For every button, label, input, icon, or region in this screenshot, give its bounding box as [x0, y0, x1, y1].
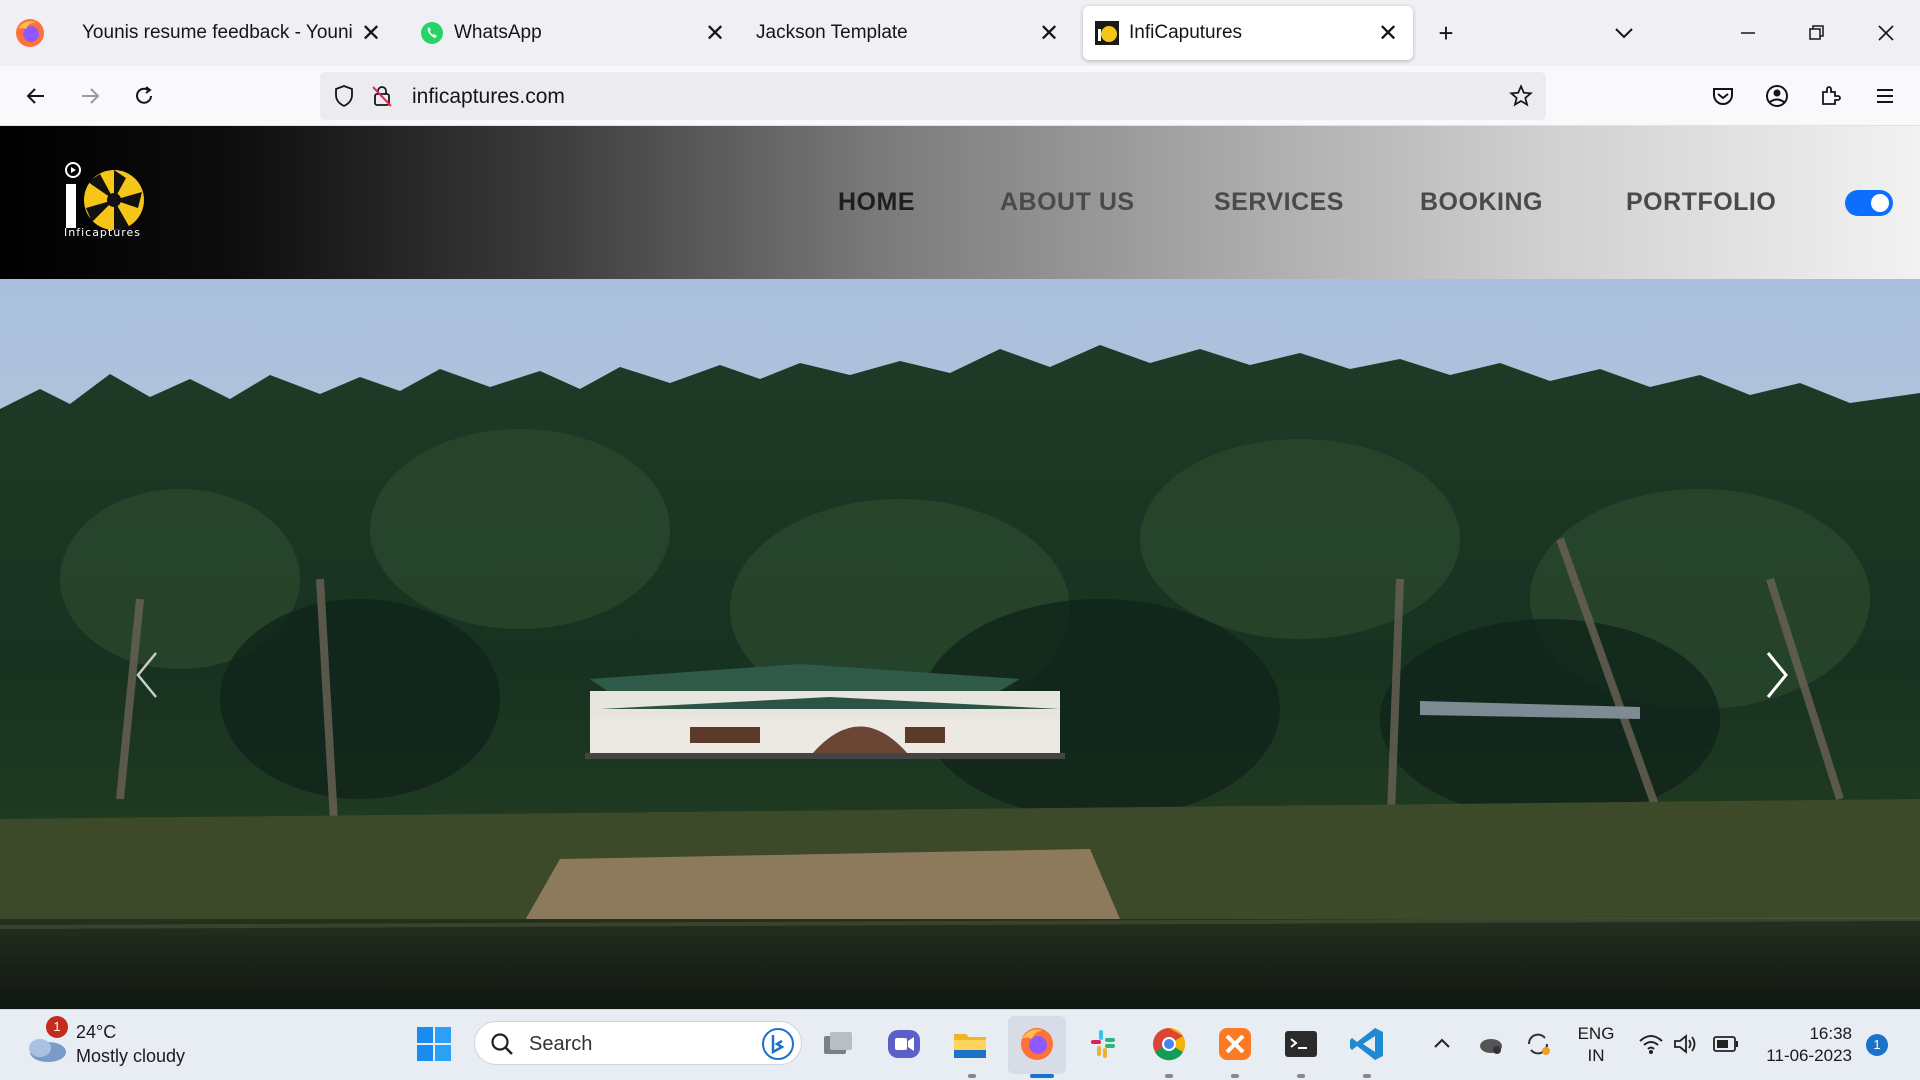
running-indicator — [1165, 1074, 1173, 1078]
shield-icon[interactable] — [332, 84, 356, 108]
battery-icon[interactable] — [1712, 1034, 1740, 1054]
bookmark-star-icon[interactable] — [1508, 83, 1534, 109]
nav-portfolio[interactable]: PORTFOLIO — [1626, 188, 1776, 217]
close-tab-icon[interactable]: ✕ — [1034, 18, 1064, 48]
hero-image-forest-lake — [0, 279, 1920, 1009]
volume-icon[interactable] — [1672, 1032, 1698, 1056]
task-view-icon[interactable] — [818, 1024, 858, 1064]
restore-icon[interactable] — [1800, 17, 1832, 49]
running-indicator — [1297, 1074, 1305, 1078]
close-tab-icon[interactable]: ✕ — [700, 18, 730, 48]
navigation-toolbar: inficaptures.com — [0, 66, 1920, 126]
carousel-next-icon[interactable] — [1758, 645, 1798, 705]
sync-icon[interactable] — [1524, 1030, 1552, 1058]
teams-chat-icon[interactable] — [884, 1024, 924, 1064]
reload-icon[interactable] — [126, 78, 162, 114]
tab-title: InfiCaputures — [1129, 22, 1243, 43]
language-indicator-top[interactable]: ENG — [1572, 1024, 1620, 1044]
windows-start-icon[interactable] — [414, 1024, 454, 1064]
firefox-taskbar-icon[interactable] — [1017, 1024, 1057, 1064]
running-indicator — [1363, 1074, 1371, 1078]
nav-home[interactable]: HOME — [838, 188, 915, 217]
chevron-up-icon[interactable] — [1430, 1032, 1454, 1056]
language-indicator-bottom[interactable]: IN — [1572, 1046, 1620, 1066]
extensions-icon[interactable] — [1813, 78, 1849, 114]
onedrive-icon[interactable] — [1476, 1030, 1504, 1058]
hero-carousel — [0, 279, 1920, 1009]
running-indicator — [968, 1074, 976, 1078]
vscode-icon[interactable] — [1347, 1024, 1387, 1064]
search-label: Search — [529, 1033, 593, 1055]
running-indicator-active — [1030, 1074, 1054, 1078]
address-bar[interactable]: inficaptures.com — [320, 72, 1546, 120]
tab-younis-resume[interactable]: Younis resume feedback - Younis re ✕ — [66, 6, 396, 60]
tab-whatsapp[interactable]: WhatsApp ✕ — [410, 6, 740, 60]
tab-jackson-template[interactable]: Jackson Template ✕ — [744, 6, 1074, 60]
terminal-icon[interactable] — [1281, 1024, 1321, 1064]
close-window-icon[interactable] — [1870, 17, 1902, 49]
firefox-icon[interactable] — [14, 17, 46, 49]
theme-toggle[interactable] — [1845, 190, 1893, 216]
clock-date[interactable]: 11-06-2023 — [1752, 1046, 1852, 1066]
nav-booking[interactable]: BOOKING — [1420, 188, 1543, 217]
forward-icon[interactable] — [72, 78, 108, 114]
tab-strip: Younis resume feedback - Younis re ✕ Wha… — [0, 0, 1920, 66]
bing-icon[interactable] — [761, 1027, 795, 1061]
insecure-lock-icon[interactable] — [370, 84, 394, 108]
url-text[interactable]: inficaptures.com — [412, 85, 565, 109]
nav-about-us[interactable]: ABOUT US — [1000, 188, 1135, 217]
account-icon[interactable] — [1759, 78, 1795, 114]
close-tab-icon[interactable]: ✕ — [356, 18, 386, 48]
weather-desc[interactable]: Mostly cloudy — [76, 1046, 185, 1067]
carousel-prev-icon[interactable] — [126, 645, 166, 705]
tab-title: Younis resume feedback - Younis re — [82, 22, 352, 43]
windows-taskbar: 1 24°C Mostly cloudy Search ENG IN 16:38… — [0, 1009, 1920, 1080]
tab-title: WhatsApp — [454, 22, 542, 43]
slack-icon[interactable] — [1083, 1024, 1123, 1064]
minimize-icon[interactable] — [1732, 17, 1764, 49]
nav-services[interactable]: SERVICES — [1214, 188, 1344, 217]
tab-inficaptures[interactable]: InfiCaputures ✕ — [1083, 6, 1413, 60]
logo-text: Inficaptures — [64, 226, 141, 239]
wifi-icon[interactable] — [1638, 1032, 1664, 1056]
weather-badge: 1 — [46, 1016, 68, 1038]
taskbar-search[interactable]: Search — [474, 1021, 802, 1065]
xampp-icon[interactable] — [1215, 1024, 1255, 1064]
pocket-icon[interactable] — [1705, 78, 1741, 114]
notification-badge[interactable]: 1 — [1866, 1034, 1888, 1056]
inficaptures-favicon — [1095, 21, 1119, 45]
new-tab-button[interactable]: + — [1430, 17, 1462, 49]
list-all-tabs-icon[interactable] — [1608, 17, 1640, 49]
close-tab-icon[interactable]: ✕ — [1373, 18, 1403, 48]
file-explorer-icon[interactable] — [950, 1024, 990, 1064]
chrome-icon[interactable] — [1149, 1024, 1189, 1064]
site-header: Inficaptures HOME ABOUT US SERVICES BOOK… — [0, 126, 1920, 279]
weather-temp[interactable]: 24°C — [76, 1022, 116, 1043]
back-icon[interactable] — [18, 78, 54, 114]
clock-time[interactable]: 16:38 — [1752, 1024, 1852, 1044]
whatsapp-icon — [421, 22, 443, 44]
running-indicator — [1231, 1074, 1239, 1078]
menu-icon[interactable] — [1867, 78, 1903, 114]
tab-title: Jackson Template — [756, 22, 908, 43]
search-icon — [491, 1033, 513, 1055]
house — [585, 664, 1065, 759]
